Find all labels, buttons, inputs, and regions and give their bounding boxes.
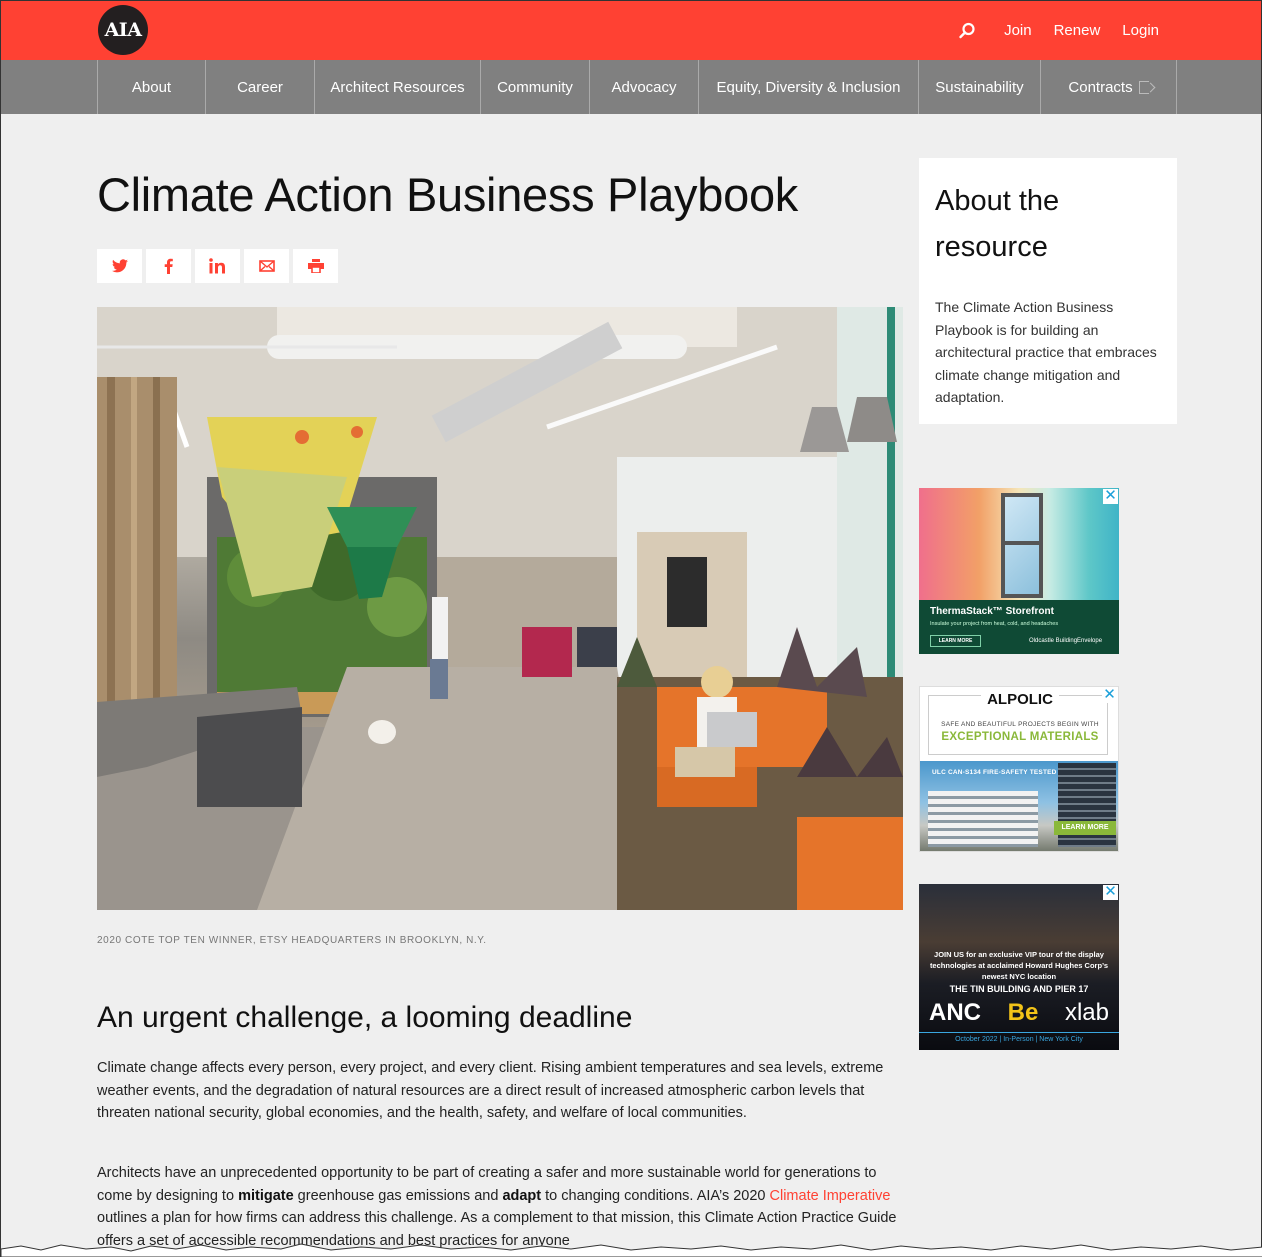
share-bar [97,249,338,283]
nav-item-career[interactable]: Career [206,60,315,114]
text-segment: greenhouse gas emissions and [293,1187,503,1204]
nav-item-sustainability[interactable]: Sustainability [919,60,1041,114]
ad-text: JOIN US for an exclusive VIP tour of the… [929,950,1109,981]
hero-illustration [97,307,903,910]
bold-adapt: adapt [502,1187,542,1204]
print-icon [307,259,324,273]
about-heading: About the resource [935,185,1060,263]
paragraph-intro: Climate change affects every person, eve… [97,1060,884,1121]
ad-subtitle: Insulate your project from heat, cold, a… [930,621,1059,627]
nav-item-contracts[interactable]: Contracts [1041,60,1177,114]
external-link-icon [1138,80,1149,94]
nav-label: Architect Resources [330,78,465,96]
ad-anc-event[interactable]: JOIN US for an exclusive VIP tour of the… [919,884,1119,1050]
top-bar: AIA Join Renew Login [1,1,1261,60]
share-email-button[interactable] [244,249,289,283]
window-product-graphic [1001,493,1043,598]
ad-band: ThermaStack™ Storefront Insulate your pr… [919,600,1119,654]
section-heading: An urgent challenge, a looming deadline [97,1001,633,1034]
nav-item-advocacy[interactable]: Advocacy [590,60,699,114]
share-twitter-button[interactable] [97,249,142,283]
ad-close-icon[interactable]: ✕ [1103,488,1118,504]
utility-nav: Join Renew Login [956,1,1159,60]
ad-logos: ANC Be xlab [929,999,1109,1027]
ad-building-photo: ULC CAN-S134 FIRE-SAFETY TESTED LEARN MO… [920,761,1118,851]
ad-title: ThermaStack™ Storefront [930,606,1054,617]
climate-imperative-link[interactable]: Climate Imperative [770,1188,891,1204]
nav-item-architect-resources[interactable]: Architect Resources [315,60,481,114]
nav-item-equity-diversity-inclusion[interactable]: Equity, Diversity & Inclusion [699,60,919,114]
ad-title: THE TIN BUILDING AND PIER 17 [949,984,1089,994]
about-resource-box: About the resource The Climate Action Bu… [919,158,1177,424]
torn-edge [1,1243,1262,1257]
search-icon[interactable] [956,20,978,42]
ad-thermastack[interactable]: ThermaStack™ Storefront Insulate your pr… [919,488,1119,654]
hero-image [97,307,903,910]
linkedin-icon [209,258,225,274]
renew-link[interactable]: Renew [1054,22,1101,39]
email-icon [258,260,275,272]
text-segment: to changing conditions. AIA’s 2020 [541,1187,770,1204]
page-title: Climate Action Business Playbook [97,168,798,221]
nav-label: Contracts [1068,78,1133,96]
nav-label: Equity, Diversity & Inclusion [716,78,901,96]
join-link[interactable]: Join [1004,22,1032,39]
ad-learn-more-button[interactable]: LEARN MORE [930,635,981,647]
login-link[interactable]: Login [1122,22,1159,39]
share-facebook-button[interactable] [146,249,191,283]
twitter-icon [111,259,128,273]
anc-logo: ANC [929,999,981,1026]
print-button[interactable] [293,249,338,283]
facebook-icon [164,258,173,274]
ad-footer: October 2022 | In-Person | New York City [919,1032,1119,1043]
ad-close-icon[interactable]: ✕ [1103,884,1118,900]
ad-brand: Oldcastle BuildingEnvelope [1029,638,1103,644]
aia-logo[interactable]: AIA [98,5,148,55]
ad-subtitle: SAFE AND BEAUTIFUL PROJECTS BEGIN WITH [941,721,1099,728]
ad-logo: ALPOLIC [920,691,1118,708]
nav-item-about[interactable]: About [98,60,206,114]
nav-label: Community [497,78,573,96]
share-linkedin-button[interactable] [195,249,240,283]
nav-item-community[interactable]: Community [481,60,590,114]
paragraph-opportunity: Architects have an unprecedented opportu… [97,1162,903,1252]
be-logo: Be [1007,999,1039,1026]
ad-learn-more-button[interactable]: LEARN MORE [1054,821,1116,835]
image-caption: 2020 COTE TOP TEN WINNER, ETSY HEADQUART… [97,935,487,946]
nav-label: Advocacy [611,78,677,96]
ad-tag: ULC CAN-S134 FIRE-SAFETY TESTED [932,769,1057,776]
bold-mitigate: mitigate [238,1187,294,1204]
building-graphic [928,791,1038,847]
about-text: The Climate Action Business Playbook is … [935,299,1157,405]
nav-label: Career [237,78,283,96]
ad-alpolic[interactable]: ALPOLIC SAFE AND BEAUTIFUL PROJECTS BEGI… [919,686,1119,852]
nav-label: Sustainability [935,78,1024,96]
nav-label: About [131,78,172,96]
ad-logo-text: ALPOLIC [981,691,1059,708]
xlab-logo: xlab [1064,999,1109,1026]
ad-title: EXCEPTIONAL MATERIALS [941,731,1099,743]
main-nav: About Career Architect Resources Communi… [1,60,1261,114]
ad-close-icon[interactable]: ✕ [1102,687,1117,703]
